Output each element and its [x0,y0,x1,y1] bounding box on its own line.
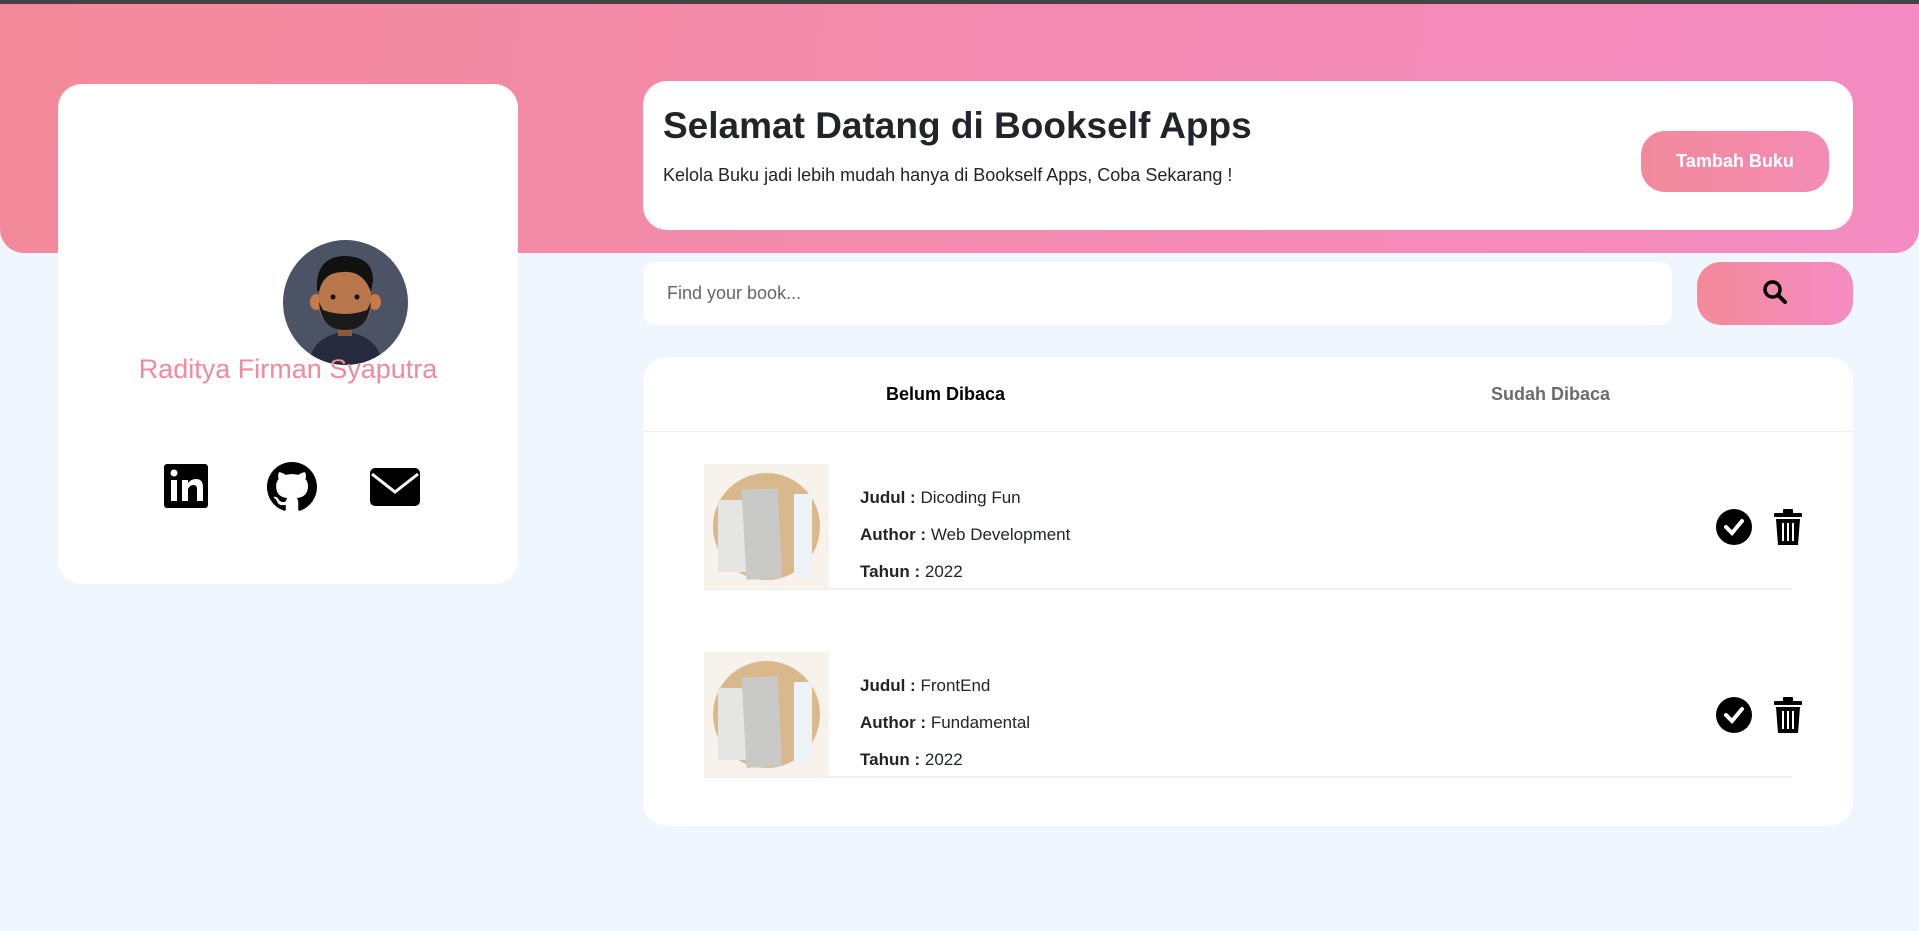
search-icon [1763,280,1787,304]
welcome-card: Selamat Datang di Bookself Apps Kelola B… [643,81,1853,230]
email-icon [370,468,420,506]
title-label: Judul : [860,676,916,695]
mark-read-button[interactable] [1716,509,1752,545]
github-link[interactable] [267,462,319,514]
mark-read-button[interactable] [1716,697,1752,733]
page-title: Selamat Datang di Bookself Apps [663,105,1252,146]
book-title: FrontEnd [920,676,991,695]
title-label: Judul : [860,488,916,507]
email-link[interactable] [368,462,424,514]
book-year: 2022 [924,562,963,581]
book-list-card: Belum Dibaca Sudah Dibaca Judul : Dicodi… [643,357,1853,826]
book-title: Dicoding Fun [920,488,1021,507]
linkedin-link[interactable] [162,462,214,514]
author-label: Author : [860,713,927,732]
trash-icon [1774,509,1802,545]
add-book-button[interactable]: Tambah Buku [1641,131,1829,192]
book-author: Web Development [930,525,1071,544]
book-author: Fundamental [930,713,1031,732]
author-label: Author : [860,525,927,544]
book-cover-image [704,652,829,777]
delete-button[interactable] [1772,697,1808,733]
search-button[interactable] [1697,262,1853,325]
check-circle-icon [1716,509,1752,545]
year-label: Tahun : [860,750,921,769]
page-subtitle: Kelola Buku jadi lebih mudah hanya di Bo… [663,165,1233,185]
profile-card: Raditya Firman Syaputra [58,84,518,584]
trash-icon [1774,697,1802,733]
tab-sudah-dibaca[interactable]: Sudah Dibaca [1248,357,1853,431]
year-label: Tahun : [860,562,921,581]
book-cover-image [704,464,829,589]
avatar [283,240,408,365]
check-circle-icon [1716,697,1752,733]
linkedin-icon [164,464,208,508]
delete-button[interactable] [1772,509,1808,545]
book-year: 2022 [924,750,963,769]
book-item: Judul : FrontEnd Author : Fundamental Ta… [704,621,1802,778]
search-input[interactable] [643,262,1672,325]
book-item: Judul : Dicoding Fun Author : Web Develo… [704,433,1802,590]
github-icon [267,462,317,511]
profile-name: Raditya Firman Syaputra [138,354,438,384]
tab-belum-dibaca[interactable]: Belum Dibaca [643,357,1248,431]
tabs: Belum Dibaca Sudah Dibaca [643,357,1853,432]
